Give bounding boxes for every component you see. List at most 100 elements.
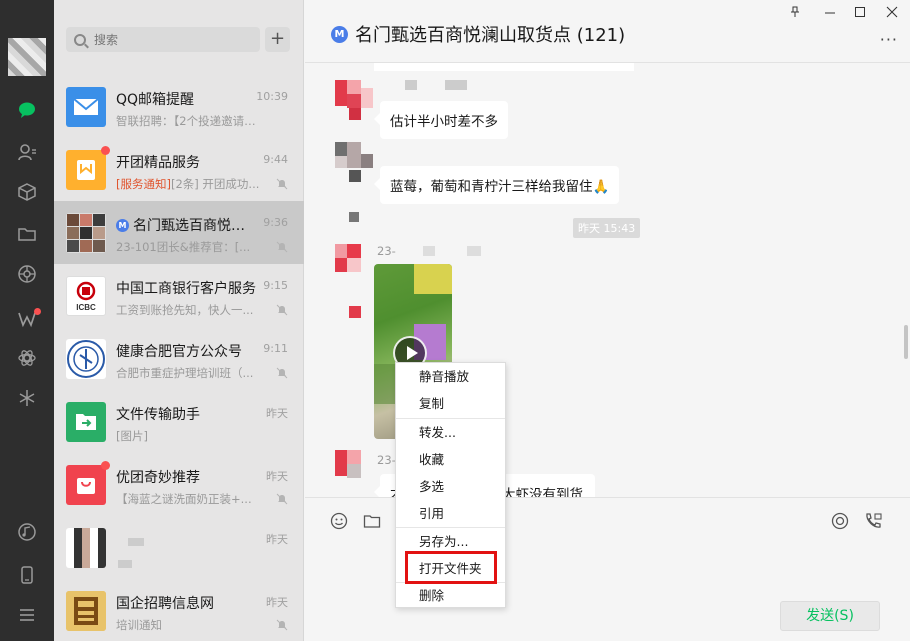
conversation-item[interactable]: 国企招聘信息网 昨天 培训通知 xyxy=(54,579,304,641)
channels-badge xyxy=(34,308,41,315)
conversation-time: 9:44 xyxy=(263,153,288,166)
conversation-name: 中国工商银行客户服务 xyxy=(116,281,256,297)
mail-avatar-icon xyxy=(66,87,106,127)
menu-item-delete[interactable]: 删除 xyxy=(396,582,505,609)
menu-item-quote[interactable]: 引用 xyxy=(396,500,505,527)
conversation-preview: 【海蓝之谜洗面奶正装+... xyxy=(116,492,252,506)
moments-icon[interactable] xyxy=(17,264,37,284)
menu-item-favorite[interactable]: 收藏 xyxy=(396,446,505,473)
official-m-icon: M xyxy=(331,25,348,43)
conversation-item[interactable]: 昨天 xyxy=(54,516,304,579)
conversation-name: QQ邮箱提醒 xyxy=(116,92,195,108)
files-icon[interactable] xyxy=(17,224,37,244)
recruit-logo-icon xyxy=(66,591,106,631)
conversation-preview: 合肥市重症护理培训班（... xyxy=(116,366,254,380)
search-icon xyxy=(74,33,86,46)
conversation-item[interactable]: 文件传输助手 昨天 [图片] xyxy=(54,390,304,453)
chat-title: M 名门甄选百商悦澜山取货点 (121) xyxy=(331,21,625,47)
conversation-name: M 名门甄选百商悦澜... xyxy=(116,215,256,235)
conversation-preview: 工资到账抢先知，快人一... xyxy=(116,303,254,317)
conversation-item-selected[interactable]: M 名门甄选百商悦澜... 9:36 23-101团长&推荐官：[... xyxy=(54,201,304,264)
mute-bell-icon xyxy=(276,619,288,631)
unread-badge xyxy=(101,146,110,155)
conversation-item[interactable]: 健康合肥官方公众号 9:11 合肥市重症护理培训班（... xyxy=(54,327,304,390)
service-avatar-icon xyxy=(66,150,106,190)
maximize-icon[interactable] xyxy=(852,6,868,22)
search-input[interactable] xyxy=(94,32,244,47)
conversation-preview: 培训通知 xyxy=(116,618,162,632)
conversation-time: 9:11 xyxy=(263,342,288,355)
conversation-preview: 智联招聘：【2个投递邀请】... xyxy=(116,114,266,128)
conversation-name: 优团奇妙推荐 xyxy=(116,470,200,486)
conversation-name: 健康合肥官方公众号 xyxy=(116,344,242,360)
blurred-avatar xyxy=(66,528,106,568)
music-icon[interactable] xyxy=(17,522,37,542)
conversation-time: 10:39 xyxy=(256,90,288,103)
unread-badge xyxy=(101,461,110,470)
conversation-item[interactable]: ICBC 中国工商银行客户服务 9:15 工资到账抢先知，快人一... xyxy=(54,264,304,327)
live-icon[interactable] xyxy=(830,512,850,532)
folder-icon[interactable] xyxy=(362,512,382,532)
favorites-icon[interactable] xyxy=(17,182,37,202)
context-menu: 静音播放 复制 转发... 收藏 多选 引用 另存为... 打开文件夹 删除 xyxy=(395,362,506,608)
official-m-icon: M xyxy=(116,218,129,232)
mini-programs-icon[interactable] xyxy=(17,388,37,408)
minimize-icon[interactable] xyxy=(822,6,838,22)
conversation-list: + QQ邮箱提醒 10:39 智联招聘：【2个投递邀请】... 开团精品服务 9… xyxy=(54,0,304,641)
member-avatar[interactable] xyxy=(335,80,373,120)
conversation-preview: [图片] xyxy=(116,429,148,443)
close-icon[interactable] xyxy=(884,6,900,22)
conversation-time: 昨天 xyxy=(266,596,288,609)
conversation-item[interactable]: 开团精品服务 9:44 [服务通知][2条] 开团成功... xyxy=(54,138,304,201)
phone-icon[interactable] xyxy=(17,565,37,585)
nav-rail xyxy=(0,0,54,641)
preview-tag: [服务通知] xyxy=(116,177,171,191)
mute-bell-icon xyxy=(276,367,288,379)
menu-item-forward[interactable]: 转发... xyxy=(396,419,505,446)
blurred-name xyxy=(128,538,144,546)
pin-icon[interactable] xyxy=(787,6,803,22)
conversation-preview: [服务通知][2条] 开团成功... xyxy=(116,177,260,191)
menu-item-mute-play[interactable]: 静音播放 xyxy=(396,363,505,390)
chat-icon[interactable] xyxy=(17,100,37,120)
conversation-time: 昨天 xyxy=(266,470,288,483)
conversation-preview: 23-101团长&推荐官：[... xyxy=(116,240,251,254)
shopping-bag-icon xyxy=(66,465,106,505)
search-box[interactable] xyxy=(66,27,260,52)
svg-text:ICBC: ICBC xyxy=(76,303,96,312)
member-avatar[interactable] xyxy=(335,244,373,318)
member-avatar[interactable] xyxy=(335,142,373,222)
previous-message-bubble xyxy=(374,63,634,71)
health-emblem-icon xyxy=(66,339,106,379)
conversation-item[interactable]: 优团奇妙推荐 昨天 【海蓝之谜洗面奶正装+... xyxy=(54,453,304,516)
chat-scrollbar[interactable] xyxy=(904,325,908,359)
conversation-item[interactable]: QQ邮箱提醒 10:39 智联招聘：【2个投递邀请】... xyxy=(54,75,304,138)
message-bubble[interactable]: 估计半小时差不多 xyxy=(374,101,508,139)
conversation-time: 9:15 xyxy=(263,279,288,292)
conversation-time: 9:36 xyxy=(263,216,288,229)
conversation-name: 国企招聘信息网 xyxy=(116,596,214,612)
mute-bell-icon xyxy=(276,241,288,253)
member-avatar[interactable] xyxy=(335,450,373,488)
user-avatar[interactable] xyxy=(8,38,46,76)
add-button[interactable]: + xyxy=(265,27,290,52)
blurred-sender xyxy=(405,80,417,90)
chat-header: M 名门甄选百商悦澜山取货点 (121) ··· xyxy=(305,0,910,63)
conversation-name: 开团精品服务 xyxy=(116,155,200,171)
search-network-icon[interactable] xyxy=(17,348,37,368)
sender-name: 23- xyxy=(377,453,396,467)
conversation-time: 昨天 xyxy=(266,407,288,420)
contacts-icon[interactable] xyxy=(17,142,37,162)
menu-item-multi-select[interactable]: 多选 xyxy=(396,473,505,500)
more-options-icon[interactable]: ··· xyxy=(880,30,898,49)
emoji-icon[interactable] xyxy=(329,512,349,532)
sender-name: 23- xyxy=(377,244,396,258)
highlight-box xyxy=(405,551,497,584)
message-bubble[interactable]: 蓝莓，葡萄和青柠汁三样给我留住🙏 xyxy=(373,166,620,204)
mute-bell-icon xyxy=(276,304,288,316)
menu-item-copy[interactable]: 复制 xyxy=(396,390,505,417)
send-button[interactable]: 发送(S) xyxy=(780,601,880,631)
menu-icon[interactable] xyxy=(17,605,37,625)
call-icon[interactable] xyxy=(863,512,883,532)
blurred-sender xyxy=(445,80,467,90)
